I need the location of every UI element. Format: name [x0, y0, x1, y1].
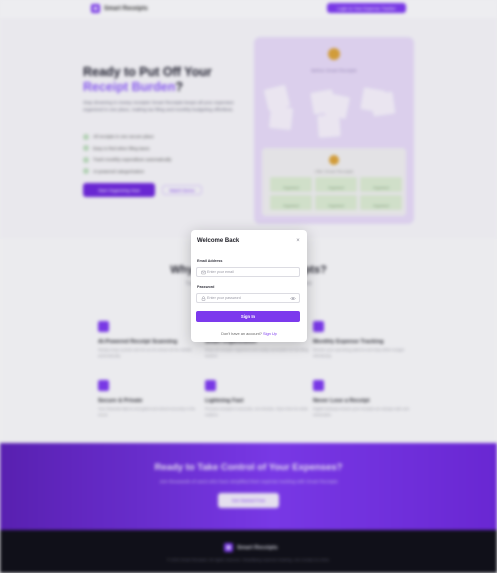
password-input[interactable]: [207, 294, 289, 302]
close-icon[interactable]: ×: [294, 237, 302, 245]
sign-up-link[interactable]: Sign Up: [263, 331, 277, 336]
mail-icon: [201, 270, 206, 275]
sign-in-button[interactable]: Sign In: [196, 311, 300, 322]
lock-icon: [201, 296, 206, 301]
email-label: Email Address: [197, 259, 223, 263]
eye-icon[interactable]: [290, 296, 296, 301]
login-modal: Welcome Back × Email Address Password Si…: [191, 230, 307, 342]
password-field[interactable]: [196, 293, 300, 303]
email-field[interactable]: [196, 267, 300, 277]
email-input[interactable]: [207, 268, 289, 276]
password-label: Password: [197, 285, 215, 289]
signup-prompt: Don't have an account? Sign Up: [191, 331, 307, 336]
signup-prompt-text: Don't have an account?: [221, 331, 262, 336]
modal-title: Welcome Back: [197, 238, 240, 244]
